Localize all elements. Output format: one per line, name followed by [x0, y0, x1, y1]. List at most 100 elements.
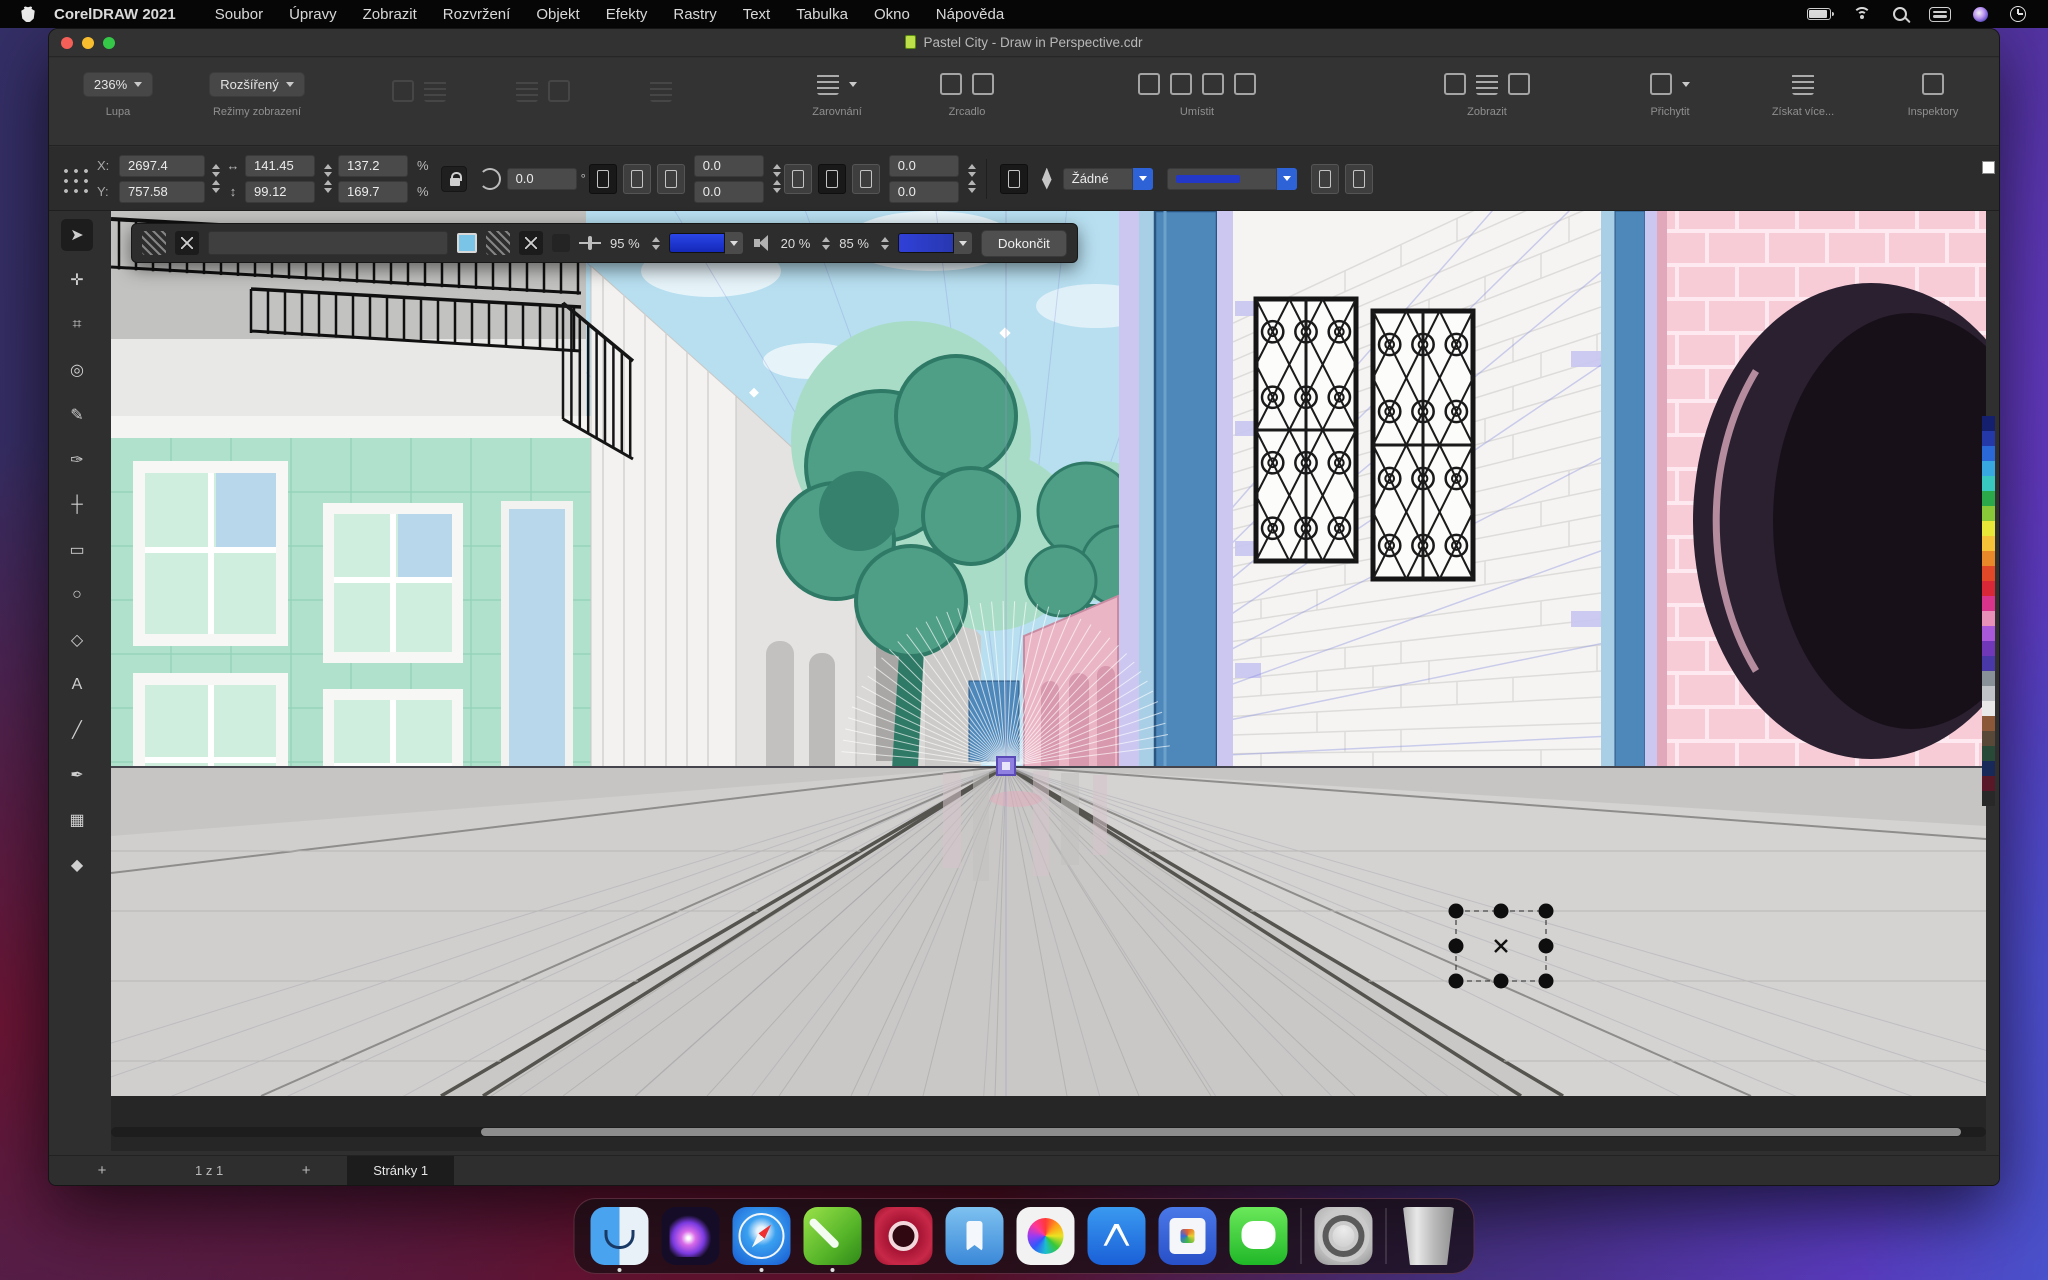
color-swatch[interactable]: [1982, 521, 1995, 536]
settings-icon[interactable]: [1315, 1207, 1373, 1265]
color-swatch[interactable]: [1982, 626, 1995, 641]
position-stepper[interactable]: [212, 164, 220, 193]
canvas-artwork[interactable]: [111, 211, 1986, 1096]
color-swatch[interactable]: [1982, 791, 1995, 806]
app-menu-title[interactable]: CorelDRAW 2021: [54, 6, 176, 23]
menu-item[interactable]: Úpravy: [276, 0, 350, 28]
delete-perspective-icon[interactable]: [175, 231, 199, 255]
scale-y-field[interactable]: 169.7: [338, 181, 408, 203]
grid-toggle-icon[interactable]: [486, 231, 510, 255]
color-swatch[interactable]: [1982, 776, 1995, 791]
finish-button[interactable]: Dokončit: [981, 230, 1067, 257]
color-swatch[interactable]: [1982, 671, 1995, 686]
flip-page-button-active[interactable]: [589, 164, 617, 194]
toolbox-tool[interactable]: ✒: [61, 759, 93, 791]
trash-icon[interactable]: [1400, 1207, 1458, 1265]
clock-icon[interactable]: [2010, 6, 2026, 22]
get-more-icon[interactable]: [1792, 73, 1814, 95]
color-swatch[interactable]: [1982, 446, 1995, 461]
wrap-text-button[interactable]: [1000, 164, 1028, 194]
toolbox-tool[interactable]: ✛: [61, 264, 93, 296]
object-position-grid-icon[interactable]: [59, 164, 89, 194]
vanishing-point-marker[interactable]: [997, 757, 1015, 775]
color-swatch[interactable]: [1982, 731, 1995, 746]
y-position-field[interactable]: 757.58: [119, 181, 205, 203]
object-height-field[interactable]: 99.12: [245, 181, 315, 203]
corner-stepper[interactable]: [968, 164, 976, 193]
color-swatch[interactable]: [1982, 416, 1995, 431]
scale-x-field[interactable]: 137.2: [338, 155, 408, 177]
horizontal-scrollbar[interactable]: [111, 1127, 1986, 1137]
menu-item[interactable]: Okno: [861, 0, 923, 28]
outline-style-select[interactable]: Žádné: [1063, 168, 1153, 190]
color-swatch[interactable]: [1982, 641, 1995, 656]
add-page-button[interactable]: +: [293, 1160, 319, 1182]
fill-color-dropdown[interactable]: [898, 232, 972, 254]
color-swatch[interactable]: [1982, 656, 1995, 671]
color-swatch[interactable]: [1982, 581, 1995, 596]
color-swatch[interactable]: [1982, 746, 1995, 761]
toolbox-tool[interactable]: ➤: [61, 219, 93, 251]
offset-x-field[interactable]: 0.0: [694, 155, 764, 177]
toolbox-tool[interactable]: ◆: [61, 849, 93, 881]
close-button[interactable]: [61, 37, 73, 49]
color-swatch[interactable]: [1982, 686, 1995, 701]
corner-chamfer-button[interactable]: [852, 164, 880, 194]
corner-scallop-button[interactable]: [818, 164, 846, 194]
small-toggle[interactable]: [552, 234, 570, 252]
dock-app-icon[interactable]: [733, 1207, 791, 1265]
dock-app-icon[interactable]: [591, 1207, 649, 1265]
opacity-value[interactable]: 95 %: [610, 236, 640, 251]
rotation-field[interactable]: 0.0: [507, 168, 577, 190]
menu-item[interactable]: Nápověda: [923, 0, 1017, 28]
corner-x-field[interactable]: 0.0: [889, 155, 959, 177]
minimize-button[interactable]: [82, 37, 94, 49]
toolbox-tool[interactable]: ◇: [61, 624, 93, 656]
search-icon[interactable]: [1893, 7, 1907, 21]
color-swatch[interactable]: [1982, 536, 1995, 551]
chevron-down-icon[interactable]: [849, 82, 857, 87]
menu-item[interactable]: Objekt: [523, 0, 592, 28]
menu-item[interactable]: Tabulka: [783, 0, 861, 28]
zoom-window-button[interactable]: [103, 37, 115, 49]
flip-horizontal-button[interactable]: [623, 164, 651, 194]
corner-y-field[interactable]: 0.0: [889, 181, 959, 203]
mirror-horizontal-icon[interactable]: [940, 73, 962, 95]
menu-item[interactable]: Efekty: [593, 0, 661, 28]
dock-app-icon[interactable]: [875, 1207, 933, 1265]
chevron-down-icon[interactable]: [1682, 82, 1690, 87]
apple-menu-icon[interactable]: [20, 6, 36, 22]
zoom-level-dropdown[interactable]: 236%: [83, 72, 153, 97]
color-swatch[interactable]: [1982, 761, 1995, 776]
dock-app-icon[interactable]: [1159, 1207, 1217, 1265]
place-front-icon[interactable]: [1138, 73, 1160, 95]
bevel-value[interactable]: 85 %: [839, 236, 869, 251]
color-swatch[interactable]: [1982, 476, 1995, 491]
toolbox-tool[interactable]: ╱: [61, 714, 93, 746]
chevron-down-icon[interactable]: [1277, 168, 1297, 190]
toolbox-tool[interactable]: ⌗: [61, 309, 93, 341]
control-center-icon[interactable]: [1929, 7, 1951, 22]
toolbox-tool[interactable]: ◎: [61, 354, 93, 386]
place-forward-icon[interactable]: [1202, 73, 1224, 95]
sound-icon[interactable]: [752, 233, 772, 253]
battery-icon[interactable]: [1807, 8, 1831, 20]
offset-stepper[interactable]: [773, 164, 781, 193]
view-mode-dropdown[interactable]: Rozšířený: [209, 72, 305, 97]
perspective-field-icon[interactable]: [142, 231, 166, 255]
color-swatch[interactable]: [1982, 596, 1995, 611]
toolbox-tool[interactable]: ▦: [61, 804, 93, 836]
toolbox-tool[interactable]: ▭: [61, 534, 93, 566]
object-width-field[interactable]: 141.45: [245, 155, 315, 177]
toolbox-tool[interactable]: ✎: [61, 399, 93, 431]
perspective-name-field[interactable]: [208, 231, 448, 255]
menu-item[interactable]: Text: [730, 0, 784, 28]
menu-item[interactable]: Soubor: [202, 0, 276, 28]
color-swatch[interactable]: [1982, 506, 1995, 521]
offset-y-field[interactable]: 0.0: [694, 181, 764, 203]
flip-vertical-button[interactable]: [657, 164, 685, 194]
text-wrap-button[interactable]: [1311, 164, 1339, 194]
color-swatch[interactable]: [1982, 611, 1995, 626]
menu-item[interactable]: Rozvržení: [430, 0, 524, 28]
color-swatch[interactable]: [1982, 551, 1995, 566]
